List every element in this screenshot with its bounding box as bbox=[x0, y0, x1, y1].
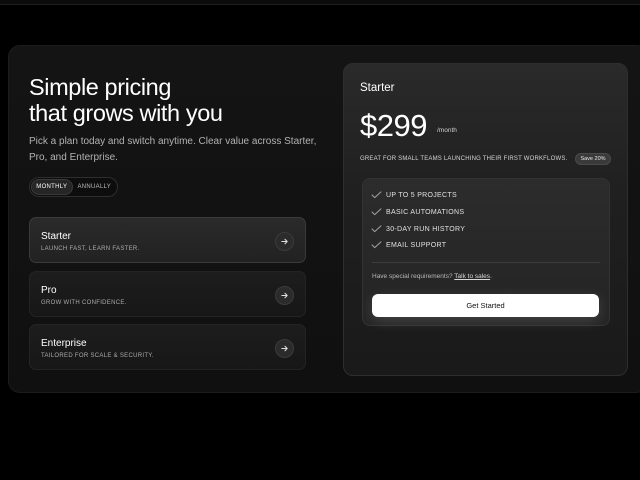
toggle-annually[interactable]: ANNUALLY bbox=[73, 179, 116, 195]
check-icon bbox=[371, 225, 382, 233]
plan-name: Pro bbox=[41, 285, 57, 296]
arrow-right-icon[interactable] bbox=[275, 286, 294, 305]
page-title: Simple pricing that grows with you bbox=[29, 74, 329, 126]
check-icon bbox=[371, 241, 382, 249]
headline-line-1: Simple pricing bbox=[29, 74, 171, 100]
toggle-monthly[interactable]: MONTHLY bbox=[31, 179, 73, 195]
plan-card-pro[interactable]: Pro GROW WITH CONFIDENCE. bbox=[29, 271, 306, 317]
check-icon bbox=[371, 208, 382, 216]
plan-name: Starter bbox=[41, 231, 72, 242]
detail-title: Starter bbox=[360, 82, 395, 94]
headline-line-2: that grows with you bbox=[29, 100, 223, 126]
get-started-button[interactable]: Get Started bbox=[372, 294, 599, 317]
feature-item: UP TO 5 PROJECTS bbox=[371, 191, 457, 199]
price: $299 bbox=[360, 108, 427, 143]
feature-label: BASIC AUTOMATIONS bbox=[386, 208, 465, 216]
feature-label: 30-DAY RUN HISTORY bbox=[386, 225, 466, 233]
billing-toggle: MONTHLY ANNUALLY bbox=[29, 177, 118, 197]
plan-name: Enterprise bbox=[41, 338, 87, 349]
plan-card-starter[interactable]: Starter LAUNCH FAST, LEARN FASTER. bbox=[29, 217, 306, 263]
arrow-right-icon[interactable] bbox=[275, 339, 294, 358]
special-suffix: . bbox=[490, 273, 492, 280]
special-text: Have special requirements? bbox=[372, 273, 453, 280]
feature-item: 30-DAY RUN HISTORY bbox=[371, 225, 465, 233]
plan-card-enterprise[interactable]: Enterprise TAILORED FOR SCALE & SECURITY… bbox=[29, 324, 306, 370]
top-bar bbox=[0, 0, 640, 5]
feature-label: UP TO 5 PROJECTS bbox=[386, 191, 457, 199]
talk-to-sales-link[interactable]: Talk to sales bbox=[454, 273, 490, 280]
check-icon bbox=[371, 191, 382, 199]
price-period: /month bbox=[437, 127, 457, 134]
plan-description: TAILORED FOR SCALE & SECURITY. bbox=[41, 353, 154, 359]
feature-label: EMAIL SUPPORT bbox=[386, 241, 447, 249]
plan-tagline: GREAT FOR SMALL TEAMS LAUNCHING THEIR FI… bbox=[360, 156, 568, 162]
feature-item: EMAIL SUPPORT bbox=[371, 241, 446, 249]
plan-description: LAUNCH FAST, LEARN FASTER. bbox=[41, 246, 140, 252]
feature-item: BASIC AUTOMATIONS bbox=[371, 208, 464, 216]
plan-description: GROW WITH CONFIDENCE. bbox=[41, 300, 127, 306]
page-subtitle: Pick a plan today and switch anytime. Cl… bbox=[29, 136, 317, 163]
arrow-right-icon[interactable] bbox=[275, 232, 294, 251]
save-badge: Save 20% bbox=[575, 153, 611, 165]
special-requirements: Have special requirements? Talk to sales… bbox=[372, 273, 492, 280]
divider bbox=[372, 262, 600, 263]
